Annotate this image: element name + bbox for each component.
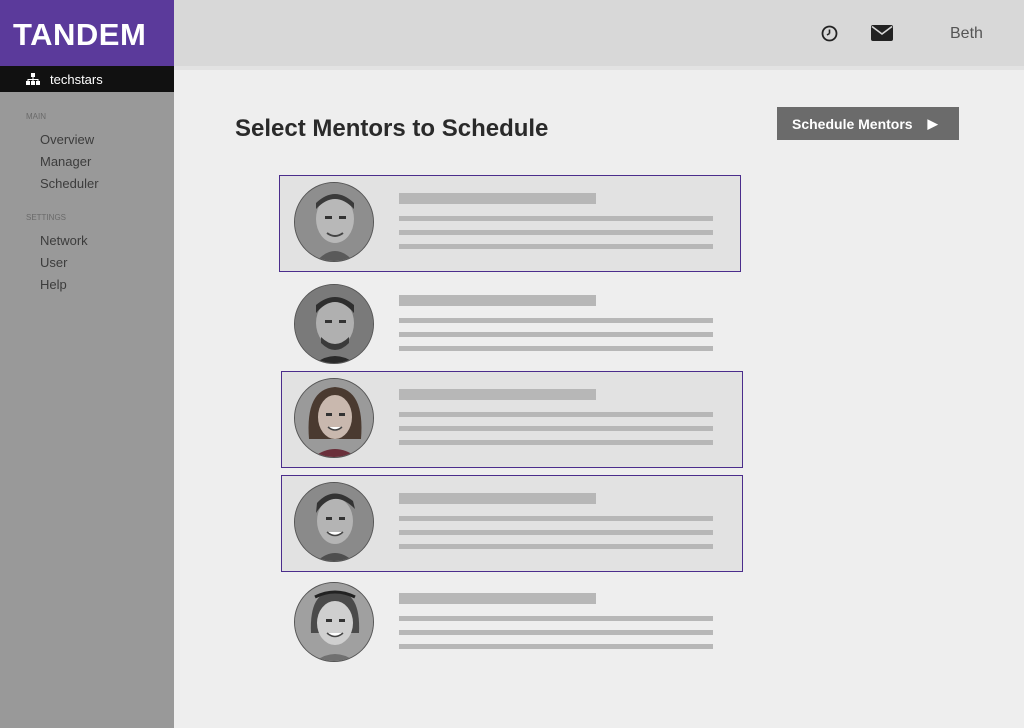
- mentor-card[interactable]: [279, 575, 741, 672]
- top-bar: Beth: [174, 0, 1024, 70]
- mentor-bio-line: [399, 516, 713, 521]
- sidebar-item-scheduler[interactable]: Scheduler: [0, 173, 174, 195]
- org-switcher[interactable]: techstars: [0, 66, 174, 92]
- mentor-bio-line: [399, 616, 713, 621]
- mentor-name-placeholder: [399, 493, 596, 504]
- mentor-avatar: [294, 378, 374, 458]
- org-chart-icon: [26, 73, 40, 85]
- mentor-bio-line: [399, 544, 713, 549]
- mentor-name-placeholder: [399, 193, 596, 204]
- mentor-bio-line: [399, 332, 713, 337]
- sidebar-item-manager[interactable]: Manager: [0, 151, 174, 173]
- mentor-avatar: [294, 482, 374, 562]
- mail-icon[interactable]: [871, 25, 893, 41]
- sidebar-section-main: MAIN: [26, 112, 46, 121]
- mentor-bio-line: [399, 530, 713, 535]
- page-title: Select Mentors to Schedule: [235, 115, 549, 142]
- sidebar-item-help[interactable]: Help: [0, 274, 174, 296]
- mentor-bio-line: [399, 244, 713, 249]
- mentor-bio-line: [399, 216, 713, 221]
- mentor-avatar: [294, 284, 374, 364]
- mentor-bio-line: [399, 346, 713, 351]
- mentor-bio-line: [399, 412, 713, 417]
- mentor-name-placeholder: [399, 593, 596, 604]
- mentor-avatar: [294, 582, 374, 662]
- mentor-bio-line: [399, 318, 713, 323]
- sidebar-item-overview[interactable]: Overview: [0, 129, 174, 151]
- play-icon: ▶: [927, 115, 938, 131]
- app-logo[interactable]: TANDEM: [0, 0, 174, 66]
- mentor-bio-line: [399, 426, 713, 431]
- mentor-name-placeholder: [399, 389, 596, 400]
- mentor-card[interactable]: [279, 277, 741, 374]
- sidebar: TANDEM techstars MAIN Overview Manager S…: [0, 0, 174, 728]
- mentor-card[interactable]: [279, 175, 741, 272]
- schedule-button-label: Schedule Mentors: [792, 115, 913, 132]
- mentor-bio-line: [399, 230, 713, 235]
- sidebar-item-network[interactable]: Network: [0, 230, 174, 252]
- schedule-mentors-button[interactable]: Schedule Mentors ▶: [777, 107, 959, 140]
- clock-icon[interactable]: [821, 25, 838, 42]
- sidebar-item-user[interactable]: User: [0, 252, 174, 274]
- mentor-name-placeholder: [399, 295, 596, 306]
- mentor-bio-line: [399, 630, 713, 635]
- sidebar-section-settings: SETTINGS: [26, 213, 67, 222]
- org-name: techstars: [50, 71, 103, 87]
- mentor-card[interactable]: [281, 371, 743, 468]
- mentor-bio-line: [399, 644, 713, 649]
- user-menu[interactable]: Beth: [950, 25, 983, 43]
- mentor-bio-line: [399, 440, 713, 445]
- mentor-avatar: [294, 182, 374, 262]
- mentor-card[interactable]: [281, 475, 743, 572]
